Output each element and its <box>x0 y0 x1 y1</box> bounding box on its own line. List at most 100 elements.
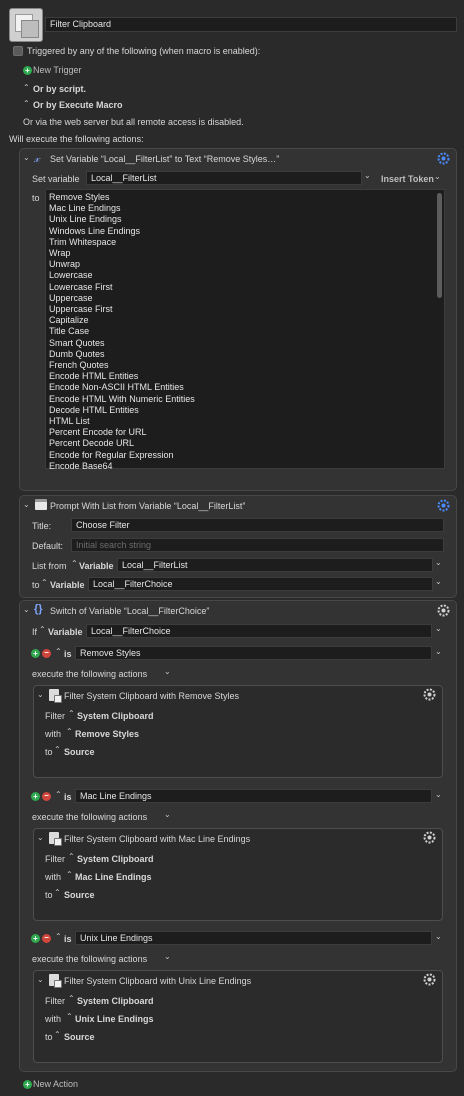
filter-action[interactable]: ⌄ Filter System Clipboard with Remove St… <box>33 685 443 778</box>
if-chevron-icon[interactable]: ⌃ <box>39 625 46 634</box>
gear-icon[interactable] <box>423 688 436 701</box>
case-value-field[interactable]: Unix Line Endings <box>75 931 432 945</box>
filter-label: Filter <box>45 711 65 721</box>
to-label: to <box>45 747 53 757</box>
filter-target-chevron-icon[interactable]: ⌃ <box>68 994 75 1003</box>
case-is-label[interactable]: is <box>64 792 72 802</box>
text-line: Mac Line Endings <box>49 203 121 214</box>
add-case-icon[interactable]: + <box>31 934 40 943</box>
insert-token-chevron-icon[interactable]: ⌄ <box>434 172 441 181</box>
if-variable-field[interactable]: Local__FilterChoice <box>86 624 432 638</box>
add-case-icon[interactable]: + <box>31 649 40 658</box>
case-dropdown-chevron-icon[interactable]: ⌄ <box>435 932 442 941</box>
list-from-variable-word[interactable]: Variable <box>79 561 114 571</box>
with-filter-value[interactable]: Unix Line Endings <box>75 1014 154 1024</box>
execute-options-chevron-icon[interactable]: ⌄ <box>164 810 171 819</box>
collapse-chevron-icon[interactable]: ⌄ <box>23 605 30 614</box>
triggered-checkbox[interactable] <box>13 46 23 56</box>
text-area-scrollbar[interactable] <box>437 193 442 298</box>
filter-target-chevron-icon[interactable]: ⌃ <box>68 709 75 718</box>
or-by-script-label[interactable]: Or by script. <box>33 84 86 94</box>
case-dropdown-chevron-icon[interactable]: ⌄ <box>435 790 442 799</box>
with-chevron-icon[interactable]: ⌃ <box>66 727 73 736</box>
add-case-icon[interactable]: + <box>31 792 40 801</box>
insert-token-button[interactable]: Insert Token <box>381 174 434 184</box>
new-trigger-link[interactable]: New Trigger <box>33 65 82 75</box>
filter-label: Filter <box>45 854 65 864</box>
set-variable-label: Set variable <box>32 174 80 184</box>
filter-target-value[interactable]: System Clipboard <box>77 711 154 721</box>
case-is-label[interactable]: is <box>64 934 72 944</box>
or-by-execute-chevron-icon[interactable]: ⌃ <box>23 99 30 108</box>
to-source-value[interactable]: Source <box>64 1032 95 1042</box>
if-dropdown-chevron-icon[interactable]: ⌄ <box>435 624 442 633</box>
case-value-field[interactable]: Mac Line Endings <box>75 789 432 803</box>
title-field[interactable]: Choose Filter <box>71 518 444 532</box>
filter-action[interactable]: ⌄ Filter System Clipboard with Unix Line… <box>33 970 443 1063</box>
case-is-label[interactable]: is <box>64 649 72 659</box>
set-variable-title: Set Variable “Local__FilterList” to Text… <box>50 154 280 164</box>
braces-icon: {} <box>34 603 43 615</box>
case-value-field[interactable]: Remove Styles <box>75 646 432 660</box>
to-chevron-icon[interactable]: ⌃ <box>54 745 61 754</box>
list-from-chevron-icon[interactable]: ⌃ <box>71 559 78 568</box>
to-chevron-icon[interactable]: ⌃ <box>41 578 48 587</box>
collapse-chevron-icon[interactable]: ⌄ <box>37 690 44 699</box>
gear-icon[interactable] <box>437 499 450 512</box>
with-filter-value[interactable]: Remove Styles <box>75 729 139 739</box>
filter-target-chevron-icon[interactable]: ⌃ <box>68 852 75 861</box>
variable-dropdown-chevron-icon[interactable]: ⌄ <box>364 171 371 180</box>
macro-icon[interactable] <box>9 8 43 42</box>
collapse-chevron-icon[interactable]: ⌄ <box>23 500 30 509</box>
filter-target-value[interactable]: System Clipboard <box>77 854 154 864</box>
filter-action[interactable]: ⌄ Filter System Clipboard with Mac Line … <box>33 828 443 921</box>
text-line: Percent Decode URL <box>49 438 135 449</box>
collapse-chevron-icon[interactable]: ⌄ <box>37 975 44 984</box>
macro-name-field[interactable]: Filter Clipboard <box>45 17 457 32</box>
gear-icon[interactable] <box>437 604 450 617</box>
list-from-field[interactable]: Local__FilterList <box>117 558 433 572</box>
with-chevron-icon[interactable]: ⌃ <box>66 870 73 879</box>
list-from-label: List from <box>32 561 67 571</box>
case-operator-chevron-icon[interactable]: ⌃ <box>55 647 62 656</box>
x-variable-icon: 𝓍 <box>34 151 40 165</box>
to-chevron-icon[interactable]: ⌃ <box>54 888 61 897</box>
to-chevron-icon[interactable]: ⌃ <box>54 1030 61 1039</box>
case-dropdown-chevron-icon[interactable]: ⌄ <box>435 647 442 656</box>
to-variable-word[interactable]: Variable <box>50 580 85 590</box>
remove-case-icon[interactable]: − <box>42 792 51 801</box>
new-action-link[interactable]: New Action <box>33 1079 78 1089</box>
execute-options-chevron-icon[interactable]: ⌄ <box>164 952 171 961</box>
with-filter-value[interactable]: Mac Line Endings <box>75 872 152 882</box>
new-trigger-add-icon[interactable]: + <box>23 66 32 75</box>
or-by-script-chevron-icon[interactable]: ⌃ <box>23 83 30 92</box>
with-label: with <box>45 1014 62 1024</box>
execute-options-chevron-icon[interactable]: ⌄ <box>164 667 171 676</box>
new-action-add-icon[interactable]: + <box>23 1080 32 1089</box>
with-chevron-icon[interactable]: ⌃ <box>66 1012 73 1021</box>
remove-case-icon[interactable]: − <box>42 649 51 658</box>
gear-icon[interactable] <box>437 152 450 165</box>
or-by-execute-label[interactable]: Or by Execute Macro <box>33 100 123 110</box>
default-field[interactable]: Initial search string <box>71 538 444 552</box>
gear-icon[interactable] <box>423 831 436 844</box>
to-source-value[interactable]: Source <box>64 747 95 757</box>
if-variable-word[interactable]: Variable <box>48 627 83 637</box>
collapse-chevron-icon[interactable]: ⌄ <box>23 153 30 162</box>
to-field[interactable]: Local__FilterChoice <box>88 577 433 591</box>
variable-name-field[interactable]: Local__FilterList <box>86 171 362 185</box>
to-dropdown-chevron-icon[interactable]: ⌄ <box>435 577 442 586</box>
execute-following-label: execute the following actions <box>32 812 148 822</box>
text-line: Encode HTML With Numeric Entities <box>49 393 195 404</box>
gear-icon[interactable] <box>423 973 436 986</box>
filter-target-value[interactable]: System Clipboard <box>77 996 154 1006</box>
prompt-with-list-action[interactable]: ⌄ Prompt With List from Variable “Local_… <box>19 495 457 598</box>
remove-case-icon[interactable]: − <box>42 934 51 943</box>
to-source-value[interactable]: Source <box>64 890 95 900</box>
case-operator-chevron-icon[interactable]: ⌃ <box>55 790 62 799</box>
text-line: Unwrap <box>49 259 81 270</box>
filter-label: Filter <box>45 996 65 1006</box>
case-operator-chevron-icon[interactable]: ⌃ <box>55 932 62 941</box>
list-from-dropdown-chevron-icon[interactable]: ⌄ <box>435 558 442 567</box>
collapse-chevron-icon[interactable]: ⌄ <box>37 833 44 842</box>
